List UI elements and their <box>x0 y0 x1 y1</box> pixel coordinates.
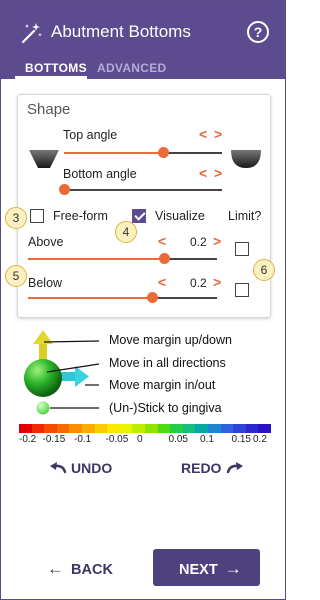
next-arrow-icon: → <box>224 559 242 578</box>
above-limit-checkbox[interactable] <box>235 242 249 256</box>
callout-badge-3: 3 <box>5 207 27 229</box>
shape-card: Shape Top angle < > Bottom angle < > Fre… <box>17 94 271 318</box>
bottom-angle-decrease-button[interactable]: < <box>199 165 207 181</box>
abutment-bottoms-panel: Abutment Bottoms ? BOTTOMS ADVANCED Shap… <box>0 0 286 600</box>
colorbar-segment <box>107 424 120 433</box>
colorbar-segment <box>44 424 57 433</box>
back-button[interactable]: ← BACK <box>47 559 113 579</box>
colorbar-tick-label: 0.1 <box>200 434 214 445</box>
undo-button[interactable]: UNDO <box>49 460 112 476</box>
below-slider-thumb[interactable] <box>147 292 159 303</box>
manipulator-gizmo-icon <box>24 330 100 415</box>
colorbar-segment <box>157 424 171 433</box>
limit-label: Limit? <box>228 209 262 223</box>
bottom-angle-slider-thumb[interactable] <box>58 184 70 195</box>
below-increase-button[interactable]: > <box>213 274 221 290</box>
colorbar-segment <box>144 424 158 433</box>
above-decrease-button[interactable]: < <box>158 233 166 249</box>
undo-label: UNDO <box>71 460 113 476</box>
colorbar-tick-label: -0.2 <box>19 434 37 445</box>
page-title: Abutment Bottoms <box>51 22 191 41</box>
colorbar-tick-label: 0.2 <box>253 434 267 445</box>
above-value[interactable]: 0.2 <box>190 235 207 249</box>
colorbar-segment <box>119 424 133 433</box>
shape-narrow-bottom-icon <box>29 150 59 168</box>
colorbar-tick-label: -0.1 <box>74 434 92 445</box>
colorbar-tick-label: -0.05 <box>105 434 129 445</box>
below-decrease-button[interactable]: < <box>158 274 166 290</box>
below-label: Below <box>28 276 63 290</box>
below-slider-fill <box>28 297 153 299</box>
redo-label: REDO <box>181 460 222 476</box>
help-icon[interactable]: ? <box>247 21 269 43</box>
bottom-angle-increase-button[interactable]: > <box>214 165 222 181</box>
colorbar-segment <box>233 424 246 433</box>
colorbar-segment <box>31 424 45 433</box>
redo-button[interactable]: REDO <box>181 460 244 476</box>
top-angle-increase-button[interactable]: > <box>214 126 222 142</box>
colorbar-segment <box>132 424 145 433</box>
back-arrow-icon: ← <box>47 559 64 578</box>
tab-bottoms[interactable]: BOTTOMS <box>25 61 87 75</box>
colorbar-segment <box>182 424 196 433</box>
colorbar-tick-label: -0.15 <box>42 434 66 445</box>
deviation-colorbar <box>19 424 271 433</box>
below-value[interactable]: 0.2 <box>190 276 207 290</box>
redo-arrow-icon <box>227 462 244 474</box>
colorbar-segment <box>195 424 208 433</box>
next-label: NEXT <box>179 562 218 578</box>
colorbar-tick-label: 0.05 <box>168 434 188 445</box>
shape-rounded-bottom-icon <box>231 150 261 168</box>
back-label: BACK <box>71 562 113 578</box>
callout-badge-4: 4 <box>115 221 137 243</box>
top-angle-label: Top angle <box>63 128 118 142</box>
colorbar-segment <box>19 424 32 433</box>
callout-badge-6: 6 <box>253 259 275 281</box>
colorbar-segment <box>69 424 82 433</box>
colorbar-segment <box>245 424 259 433</box>
next-button[interactable]: NEXT → <box>153 549 260 586</box>
legend-move-in-out: Move margin in/out <box>109 378 216 392</box>
callout-badge-5: 5 <box>5 265 27 287</box>
tab-advanced[interactable]: ADVANCED <box>97 61 167 75</box>
colorbar-segment <box>170 424 183 433</box>
above-label: Above <box>28 235 64 249</box>
colorbar-segment <box>81 424 95 433</box>
colorbar-tick-label: 0 <box>137 434 143 445</box>
legend-stick-gingiva: (Un-)Stick to gingiva <box>109 401 222 415</box>
visualize-label: Visualize <box>155 209 205 223</box>
shape-section-title: Shape <box>27 101 71 118</box>
colorbar-segment <box>207 424 221 433</box>
top-angle-decrease-button[interactable]: < <box>199 126 207 142</box>
free-form-label: Free-form <box>53 209 108 223</box>
colorbar-segment <box>220 424 234 433</box>
active-tab-indicator <box>15 76 87 79</box>
free-form-checkbox[interactable] <box>30 209 44 223</box>
bottom-angle-label: Bottom angle <box>63 167 137 181</box>
colorbar-segment <box>94 424 108 433</box>
above-increase-button[interactable]: > <box>213 233 221 249</box>
undo-arrow-icon <box>50 462 67 474</box>
top-angle-slider-thumb[interactable] <box>158 147 170 158</box>
top-angle-slider-fill <box>64 152 164 154</box>
colorbar-segment <box>56 424 70 433</box>
below-limit-checkbox[interactable] <box>235 283 249 297</box>
legend-move-all-directions: Move in all directions <box>109 356 226 370</box>
above-slider-fill <box>28 258 165 260</box>
colorbar-segment <box>258 424 271 433</box>
legend-move-up-down: Move margin up/down <box>109 333 232 347</box>
panel-header: Abutment Bottoms ? BOTTOMS ADVANCED <box>1 1 285 79</box>
visualize-checkbox[interactable] <box>132 209 146 223</box>
magic-wand-icon <box>21 23 42 44</box>
colorbar-tick-label: 0.15 <box>231 434 251 445</box>
above-slider-thumb[interactable] <box>158 253 170 264</box>
bottom-angle-slider-track[interactable] <box>64 189 222 191</box>
